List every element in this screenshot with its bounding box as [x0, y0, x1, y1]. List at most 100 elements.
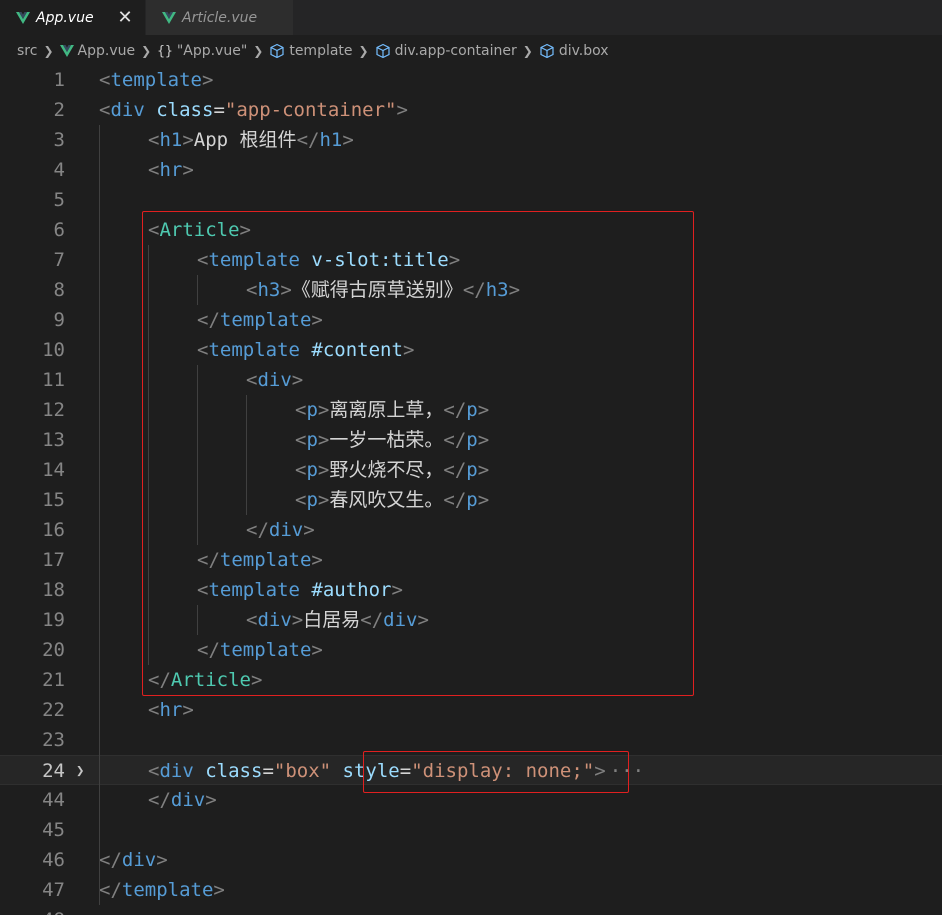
code-bracket: </ — [99, 849, 122, 871]
chevron-right-icon: ❯ — [522, 44, 533, 58]
code-tag: template — [110, 69, 202, 91]
line-number: 23 — [42, 729, 65, 751]
breadcrumb-template-label: template — [289, 43, 353, 59]
code-line[interactable]: 2 <div class="app-container"> — [0, 95, 942, 125]
line-number: 13 — [42, 429, 65, 451]
code-bracket: > — [201, 69, 214, 91]
breadcrumb-box-label: div.box — [558, 43, 609, 59]
chevron-right-icon: ❯ — [43, 44, 54, 58]
breadcrumb-file[interactable]: App.vue — [59, 43, 136, 59]
code-string: "box" — [273, 760, 332, 782]
code-line[interactable]: 45 — [0, 815, 942, 845]
cube-icon — [270, 43, 284, 59]
line-number: 46 — [42, 849, 65, 871]
line-number: 24 — [42, 760, 65, 782]
code-bracket: > — [342, 129, 354, 151]
breadcrumb-script[interactable]: {} "App.vue" — [157, 43, 247, 59]
code-line[interactable]: 48 — [0, 905, 942, 915]
code-bracket: > — [182, 129, 194, 151]
code-tag: div — [110, 99, 145, 121]
line-number: 7 — [53, 249, 65, 271]
line-number: 44 — [42, 789, 65, 811]
line-number: 3 — [53, 129, 65, 151]
code-bracket: > — [182, 159, 194, 181]
line-number: 18 — [42, 579, 65, 601]
tab-label: App.vue — [36, 9, 94, 26]
line-number: 14 — [42, 459, 65, 481]
code-bracket: < — [148, 760, 160, 782]
code-attribute: class — [205, 760, 263, 782]
breadcrumb-src[interactable]: src — [17, 43, 37, 59]
code-tag: hr — [159, 699, 183, 721]
code-content: <hr> — [148, 695, 194, 725]
code-text: = — [213, 99, 225, 121]
line-number: 15 — [42, 489, 65, 511]
line-number: 9 — [53, 309, 65, 331]
line-number: 5 — [53, 189, 65, 211]
code-content: <h1>App 根组件</h1> — [148, 125, 354, 155]
code-tag: h1 — [159, 129, 183, 151]
code-content: </template> — [99, 875, 225, 905]
style-highlight-box — [363, 751, 629, 793]
indent-guide — [99, 125, 100, 905]
code-tag: h1 — [319, 129, 343, 151]
line-number: 16 — [42, 519, 65, 541]
breadcrumb-template[interactable]: template — [269, 43, 353, 59]
line-number: 22 — [42, 699, 65, 721]
breadcrumb-file-label: App.vue — [77, 43, 136, 59]
code-tag: hr — [159, 159, 183, 181]
vue-icon — [16, 11, 30, 24]
code-line[interactable]: 47 </template> — [0, 875, 942, 905]
code-content: <hr> — [148, 155, 194, 185]
code-bracket: > — [156, 849, 168, 871]
code-line[interactable]: 4 <hr> — [0, 155, 942, 185]
vue-icon — [59, 45, 74, 57]
code-content: </div> — [148, 785, 217, 815]
breadcrumb-box[interactable]: div.box — [539, 43, 609, 59]
chevron-right-icon: ❯ — [253, 44, 264, 58]
article-highlight-box — [142, 211, 694, 696]
code-bracket: </ — [99, 879, 122, 901]
breadcrumb: src ❯ App.vue ❯ {} "App.vue" ❯ template … — [0, 35, 942, 67]
tab-article-vue[interactable]: Article.vue — [146, 0, 294, 35]
code-text: App 根组件 — [193, 129, 297, 151]
line-number: 12 — [42, 399, 65, 421]
line-number: 21 — [42, 669, 65, 691]
line-number: 48 — [0, 905, 65, 915]
line-number: 11 — [42, 369, 65, 391]
code-bracket: > — [182, 699, 194, 721]
code-bracket: < — [148, 159, 160, 181]
code-tag: template — [121, 879, 214, 901]
tab-label: Article.vue — [182, 9, 258, 26]
line-number: 47 — [42, 879, 65, 901]
code-line[interactable]: 3 <h1>App 根组件</h1> — [0, 125, 942, 155]
fold-chevron-icon[interactable]: ❯ — [76, 756, 84, 786]
code-tag: div — [159, 760, 194, 782]
code-bracket: </ — [148, 789, 171, 811]
code-content: </div> — [99, 845, 168, 875]
code-editor[interactable]: 4847</template>46</div>4544</div>24❯<div… — [0, 65, 942, 915]
code-string: "app-container" — [224, 99, 397, 121]
code-line[interactable]: 1 <template> — [0, 65, 942, 95]
code-line[interactable]: 46 </div> — [0, 845, 942, 875]
close-icon[interactable]: ✕ — [117, 8, 133, 26]
breadcrumb-container[interactable]: div.app-container — [375, 43, 517, 59]
tab-app-vue[interactable]: App.vue ✕ — [0, 0, 146, 35]
code-bracket: > — [205, 789, 217, 811]
line-number: 1 — [53, 69, 65, 91]
code-bracket: </ — [296, 129, 320, 151]
code-line[interactable]: 22 <hr> — [0, 695, 942, 725]
code-tag: div — [170, 789, 206, 811]
line-number: 20 — [42, 639, 65, 661]
chevron-right-icon: ❯ — [358, 44, 369, 58]
line-number: 2 — [53, 99, 65, 121]
code-attribute: class — [156, 99, 214, 121]
line-number: 17 — [42, 549, 65, 571]
line-number: 45 — [42, 819, 65, 841]
line-number: 8 — [53, 279, 65, 301]
tab-bar: App.vue ✕ Article.vue — [0, 0, 942, 35]
cube-icon — [540, 43, 554, 59]
breadcrumb-container-label: div.app-container — [394, 43, 517, 59]
breadcrumb-script-label: "App.vue" — [176, 43, 248, 59]
